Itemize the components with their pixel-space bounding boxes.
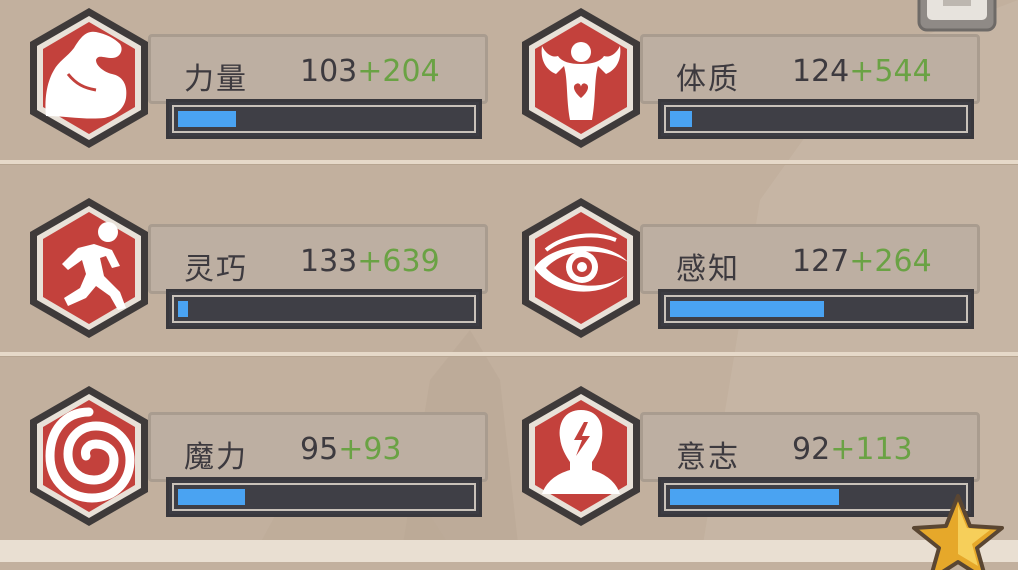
stat-progress-fill bbox=[178, 301, 188, 317]
stat-progress-bar bbox=[658, 99, 974, 139]
stat-progress-bar bbox=[166, 477, 482, 517]
stat-perception: 感知 127+264 bbox=[516, 194, 986, 342]
stat-base: 124 bbox=[792, 54, 850, 89]
stat-bonus: +639 bbox=[357, 244, 440, 279]
stat-base: 95 bbox=[300, 432, 339, 467]
stat-value: 95+93 bbox=[300, 432, 402, 467]
stat-progress-fill bbox=[178, 489, 245, 505]
stat-value: 103+204 bbox=[300, 54, 440, 89]
stat-progress-fill bbox=[670, 301, 824, 317]
head-lightning-icon bbox=[522, 386, 640, 526]
stat-name: 力量 bbox=[184, 62, 248, 97]
stat-base: 133 bbox=[300, 244, 358, 279]
row-divider bbox=[0, 352, 1018, 356]
stat-progress-bar bbox=[166, 99, 482, 139]
stat-strength: 力量 103+204 bbox=[24, 4, 494, 152]
stat-progress-fill bbox=[178, 111, 236, 127]
spiral-icon bbox=[30, 386, 148, 526]
stat-progress-fill bbox=[670, 489, 839, 505]
stat-base: 103 bbox=[300, 54, 358, 89]
stat-bonus: +264 bbox=[849, 244, 932, 279]
stat-value: 133+639 bbox=[300, 244, 440, 279]
stat-progress-fill bbox=[670, 111, 692, 127]
stat-name: 灵巧 bbox=[184, 252, 248, 287]
stat-base: 127 bbox=[792, 244, 850, 279]
stat-bonus: +544 bbox=[849, 54, 932, 89]
stat-name: 体质 bbox=[676, 62, 740, 97]
stat-constitution: 体质 124+544 bbox=[516, 4, 986, 152]
stat-bonus: +113 bbox=[830, 432, 913, 467]
eye-icon bbox=[522, 198, 640, 338]
star-icon[interactable] bbox=[910, 492, 1006, 570]
stat-name: 魔力 bbox=[184, 440, 248, 475]
stat-progress-bar bbox=[166, 289, 482, 329]
stat-name: 感知 bbox=[676, 252, 740, 287]
stat-value: 124+544 bbox=[792, 54, 932, 89]
bodybuilder-heart-icon bbox=[522, 8, 640, 148]
stat-value: 92+113 bbox=[792, 432, 913, 467]
running-man-icon bbox=[30, 198, 148, 338]
stat-value: 127+264 bbox=[792, 244, 932, 279]
stat-dexterity: 灵巧 133+639 bbox=[24, 194, 494, 342]
stat-base: 92 bbox=[792, 432, 831, 467]
stat-name: 意志 bbox=[676, 440, 740, 475]
stat-bonus: +93 bbox=[338, 432, 402, 467]
stat-progress-bar bbox=[658, 289, 974, 329]
flexed-arm-icon bbox=[30, 8, 148, 148]
stat-bonus: +204 bbox=[357, 54, 440, 89]
row-divider bbox=[0, 160, 1018, 164]
stat-magic: 魔力 95+93 bbox=[24, 382, 494, 530]
